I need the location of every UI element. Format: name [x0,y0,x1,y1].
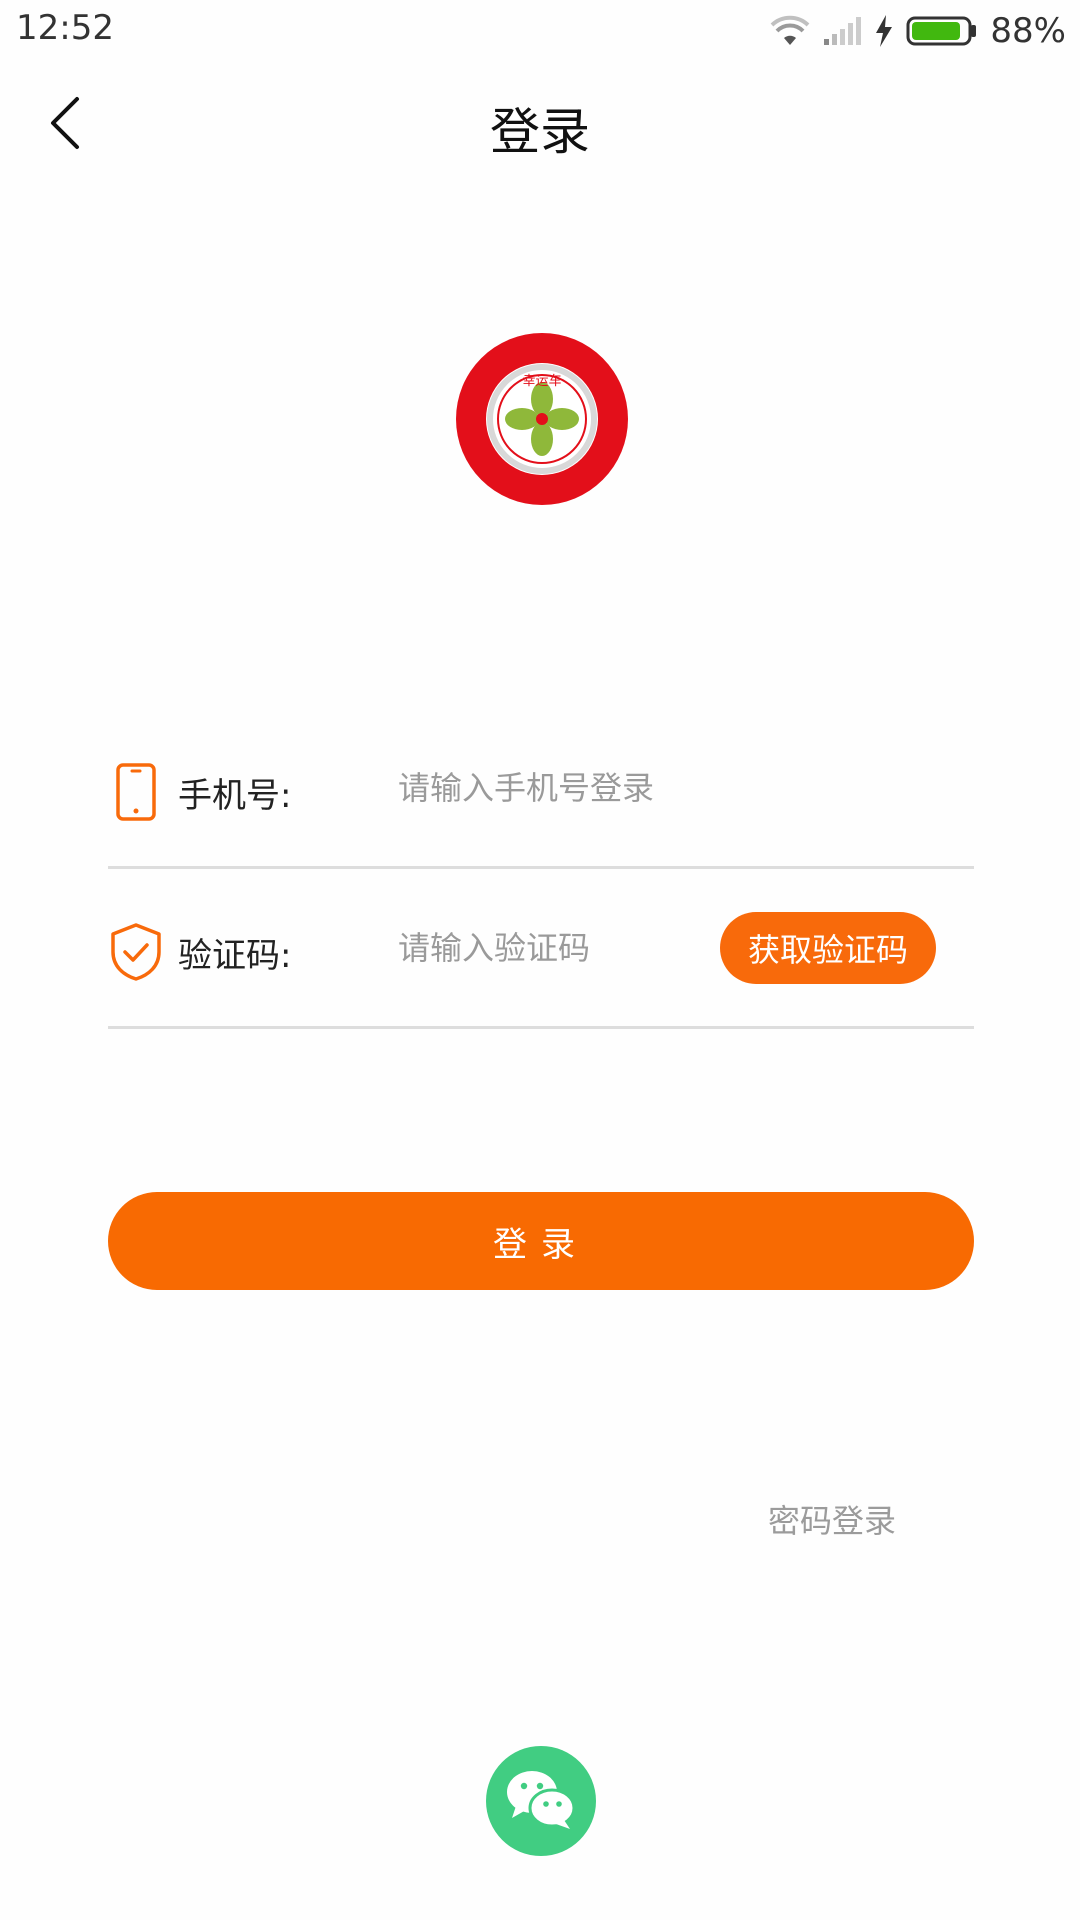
status-bar: 12:52 88% [0,0,1080,62]
battery-percent: 88% [990,11,1066,51]
phone-label: 手机号: [178,776,292,816]
signal-icon [822,15,862,47]
phone-row: 手机号: [108,738,974,838]
status-time: 12:52 [16,8,114,48]
shield-check-icon [108,920,164,984]
password-login-link[interactable]: 密码登录 [768,1496,896,1542]
header-bar: 登录 [0,62,1080,192]
battery-icon [906,15,978,47]
divider [108,866,974,869]
status-icons: 88% [770,10,1066,52]
app-logo: 幸运车 [456,333,628,505]
phone-input[interactable] [398,760,778,816]
login-screen: 12:52 88% 登录 幸运车 手机号: 请输入手机号登录 验证码: 请输入验… [0,0,1080,1920]
login-button[interactable]: 登录 [108,1192,974,1290]
page-title: 登录 [490,103,590,161]
phone-icon [108,760,164,824]
code-input[interactable] [398,920,698,976]
logo-text: 幸运车 [522,373,561,389]
code-label: 验证码: [178,936,292,976]
wechat-login-button[interactable] [486,1746,596,1856]
wifi-icon [770,15,810,47]
code-row: 验证码: 获取验证码 [108,898,974,998]
charging-icon [874,14,894,48]
get-code-button[interactable]: 获取验证码 [720,912,936,984]
divider [108,1026,974,1029]
wechat-icon [504,1766,578,1836]
